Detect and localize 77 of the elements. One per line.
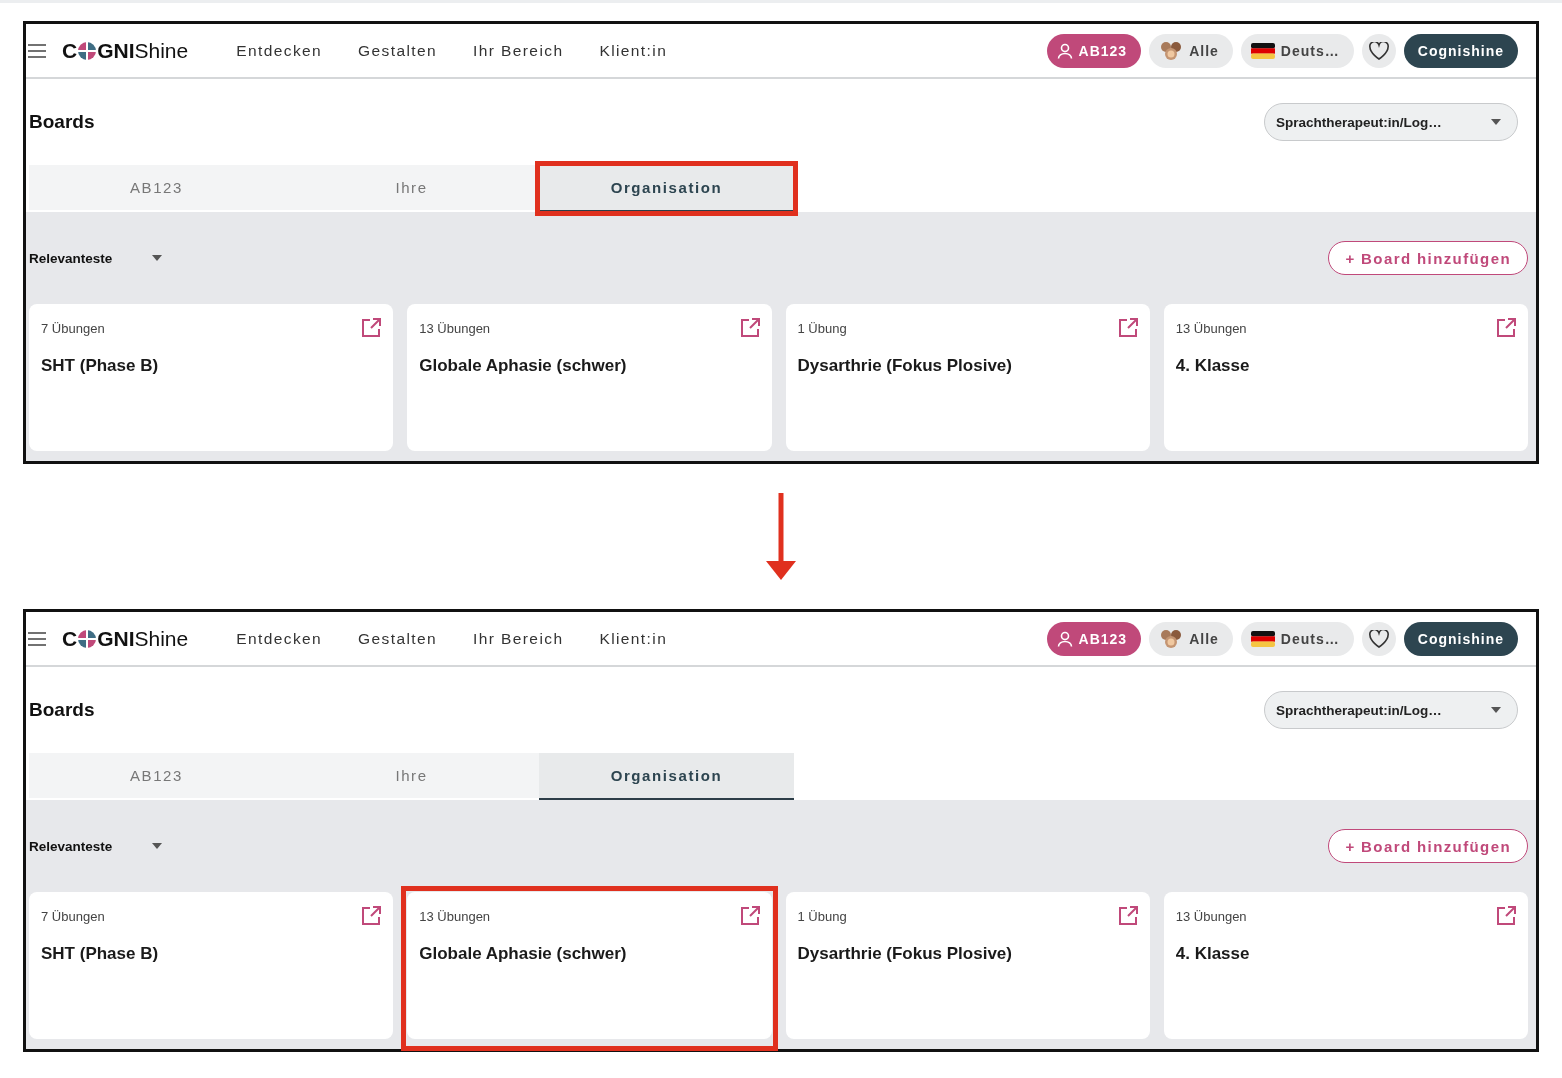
nav-link[interactable]: Ihr Bereich bbox=[473, 41, 564, 60]
exercise-count: 13 Übungen bbox=[1175, 908, 1247, 924]
caret-icon bbox=[1491, 119, 1501, 125]
board-card[interactable]: 13 Übungen Globale Aphasie (schwer) bbox=[407, 304, 772, 451]
role-dropdown[interactable]: Sprachtherapeut:in/Log… bbox=[1264, 691, 1518, 729]
exercise-count: 13 Übungen bbox=[419, 908, 491, 924]
tab[interactable]: Organisation bbox=[539, 753, 794, 800]
board-title: Globale Aphasie (schwer) bbox=[419, 356, 628, 376]
nav-link[interactable]: Gestalten bbox=[358, 629, 438, 648]
nav-link[interactable]: Ihr Bereich bbox=[473, 629, 564, 648]
external-link-icon[interactable] bbox=[1117, 318, 1138, 338]
external-link-icon[interactable] bbox=[1496, 318, 1516, 338]
caret-icon bbox=[152, 843, 163, 849]
nav-link[interactable]: Klient:in bbox=[599, 629, 668, 648]
user-button[interactable]: AB123 bbox=[1046, 33, 1142, 68]
board-card[interactable]: 13 Übungen Globale Aphasie (schwer) bbox=[407, 892, 772, 1039]
language-button[interactable]: Deuts… bbox=[1240, 33, 1354, 68]
flag-icon bbox=[1250, 42, 1275, 59]
exercise-count: 13 Übungen bbox=[419, 320, 491, 336]
external-link-icon[interactable] bbox=[739, 318, 760, 338]
external-link-icon[interactable] bbox=[1496, 906, 1516, 926]
nav-link[interactable]: Entdecken bbox=[236, 41, 323, 60]
menu-icon[interactable] bbox=[28, 43, 46, 58]
board-title: 4. Klasse bbox=[1175, 356, 1251, 376]
add-board-button[interactable]: + Board hinzufügen bbox=[1328, 829, 1528, 863]
tab[interactable]: AB123 bbox=[29, 753, 284, 800]
exercise-count: 7 Übungen bbox=[41, 320, 105, 336]
board-card[interactable]: 1 Übung Dysarthrie (Fokus Plosive) bbox=[785, 304, 1150, 451]
tab[interactable]: Organisation bbox=[539, 165, 794, 212]
audience-button[interactable]: Alle bbox=[1149, 33, 1233, 68]
language-button[interactable]: Deuts… bbox=[1240, 621, 1354, 656]
sort-dropdown[interactable]: Relevanteste bbox=[29, 838, 163, 854]
caret-icon bbox=[152, 255, 163, 261]
exercise-count: 1 Übung bbox=[797, 908, 847, 924]
board-title: Globale Aphasie (schwer) bbox=[419, 944, 628, 964]
tab[interactable]: AB123 bbox=[29, 165, 284, 212]
user-button[interactable]: AB123 bbox=[1046, 621, 1142, 656]
audience-button[interactable]: Alle bbox=[1149, 621, 1233, 656]
favorites-button[interactable] bbox=[1361, 621, 1396, 656]
user-icon bbox=[1056, 42, 1073, 59]
favorites-button[interactable] bbox=[1361, 33, 1396, 68]
board-card[interactable]: 13 Übungen 4. Klasse bbox=[1163, 892, 1528, 1039]
page-title: Boards bbox=[29, 699, 95, 721]
user-icon bbox=[1056, 630, 1073, 647]
logo[interactable]: C GNIShine bbox=[62, 38, 189, 63]
nav-link[interactable]: Entdecken bbox=[236, 629, 323, 648]
exercise-count: 13 Übungen bbox=[1175, 320, 1247, 336]
nav-link[interactable]: Klient:in bbox=[599, 41, 668, 60]
board-card[interactable]: 1 Übung Dysarthrie (Fokus Plosive) bbox=[785, 892, 1150, 1039]
caret-icon bbox=[1491, 707, 1501, 713]
account-button[interactable]: Cognishine bbox=[1403, 33, 1518, 68]
board-title: 4. Klasse bbox=[1175, 944, 1251, 964]
menu-icon[interactable] bbox=[28, 631, 46, 646]
external-link-icon[interactable] bbox=[361, 906, 382, 926]
exercise-count: 1 Übung bbox=[797, 320, 847, 336]
nav-link[interactable]: Gestalten bbox=[358, 41, 438, 60]
external-link-icon[interactable] bbox=[361, 318, 382, 338]
board-title: Dysarthrie (Fokus Plosive) bbox=[797, 944, 1013, 964]
external-link-icon[interactable] bbox=[739, 906, 760, 926]
board-card[interactable]: 7 Übungen SHT (Phase B) bbox=[29, 304, 394, 451]
account-button[interactable]: Cognishine bbox=[1403, 621, 1518, 656]
board-title: SHT (Phase B) bbox=[41, 356, 160, 376]
logo[interactable]: C GNIShine bbox=[62, 626, 189, 651]
board-title: SHT (Phase B) bbox=[41, 944, 160, 964]
board-title: Dysarthrie (Fokus Plosive) bbox=[797, 356, 1013, 376]
external-link-icon[interactable] bbox=[1117, 906, 1138, 926]
board-card[interactable]: 13 Übungen 4. Klasse bbox=[1163, 304, 1528, 451]
heart-icon bbox=[1368, 629, 1389, 648]
tab[interactable]: Ihre bbox=[284, 753, 539, 800]
page-title: Boards bbox=[29, 111, 95, 133]
exercise-count: 7 Übungen bbox=[41, 908, 105, 924]
sort-dropdown[interactable]: Relevanteste bbox=[29, 250, 163, 266]
heart-icon bbox=[1368, 41, 1389, 60]
board-card[interactable]: 7 Übungen SHT (Phase B) bbox=[29, 892, 394, 1039]
add-board-button[interactable]: + Board hinzufügen bbox=[1328, 241, 1528, 275]
flag-icon bbox=[1250, 630, 1275, 647]
role-dropdown[interactable]: Sprachtherapeut:in/Log… bbox=[1264, 103, 1518, 141]
